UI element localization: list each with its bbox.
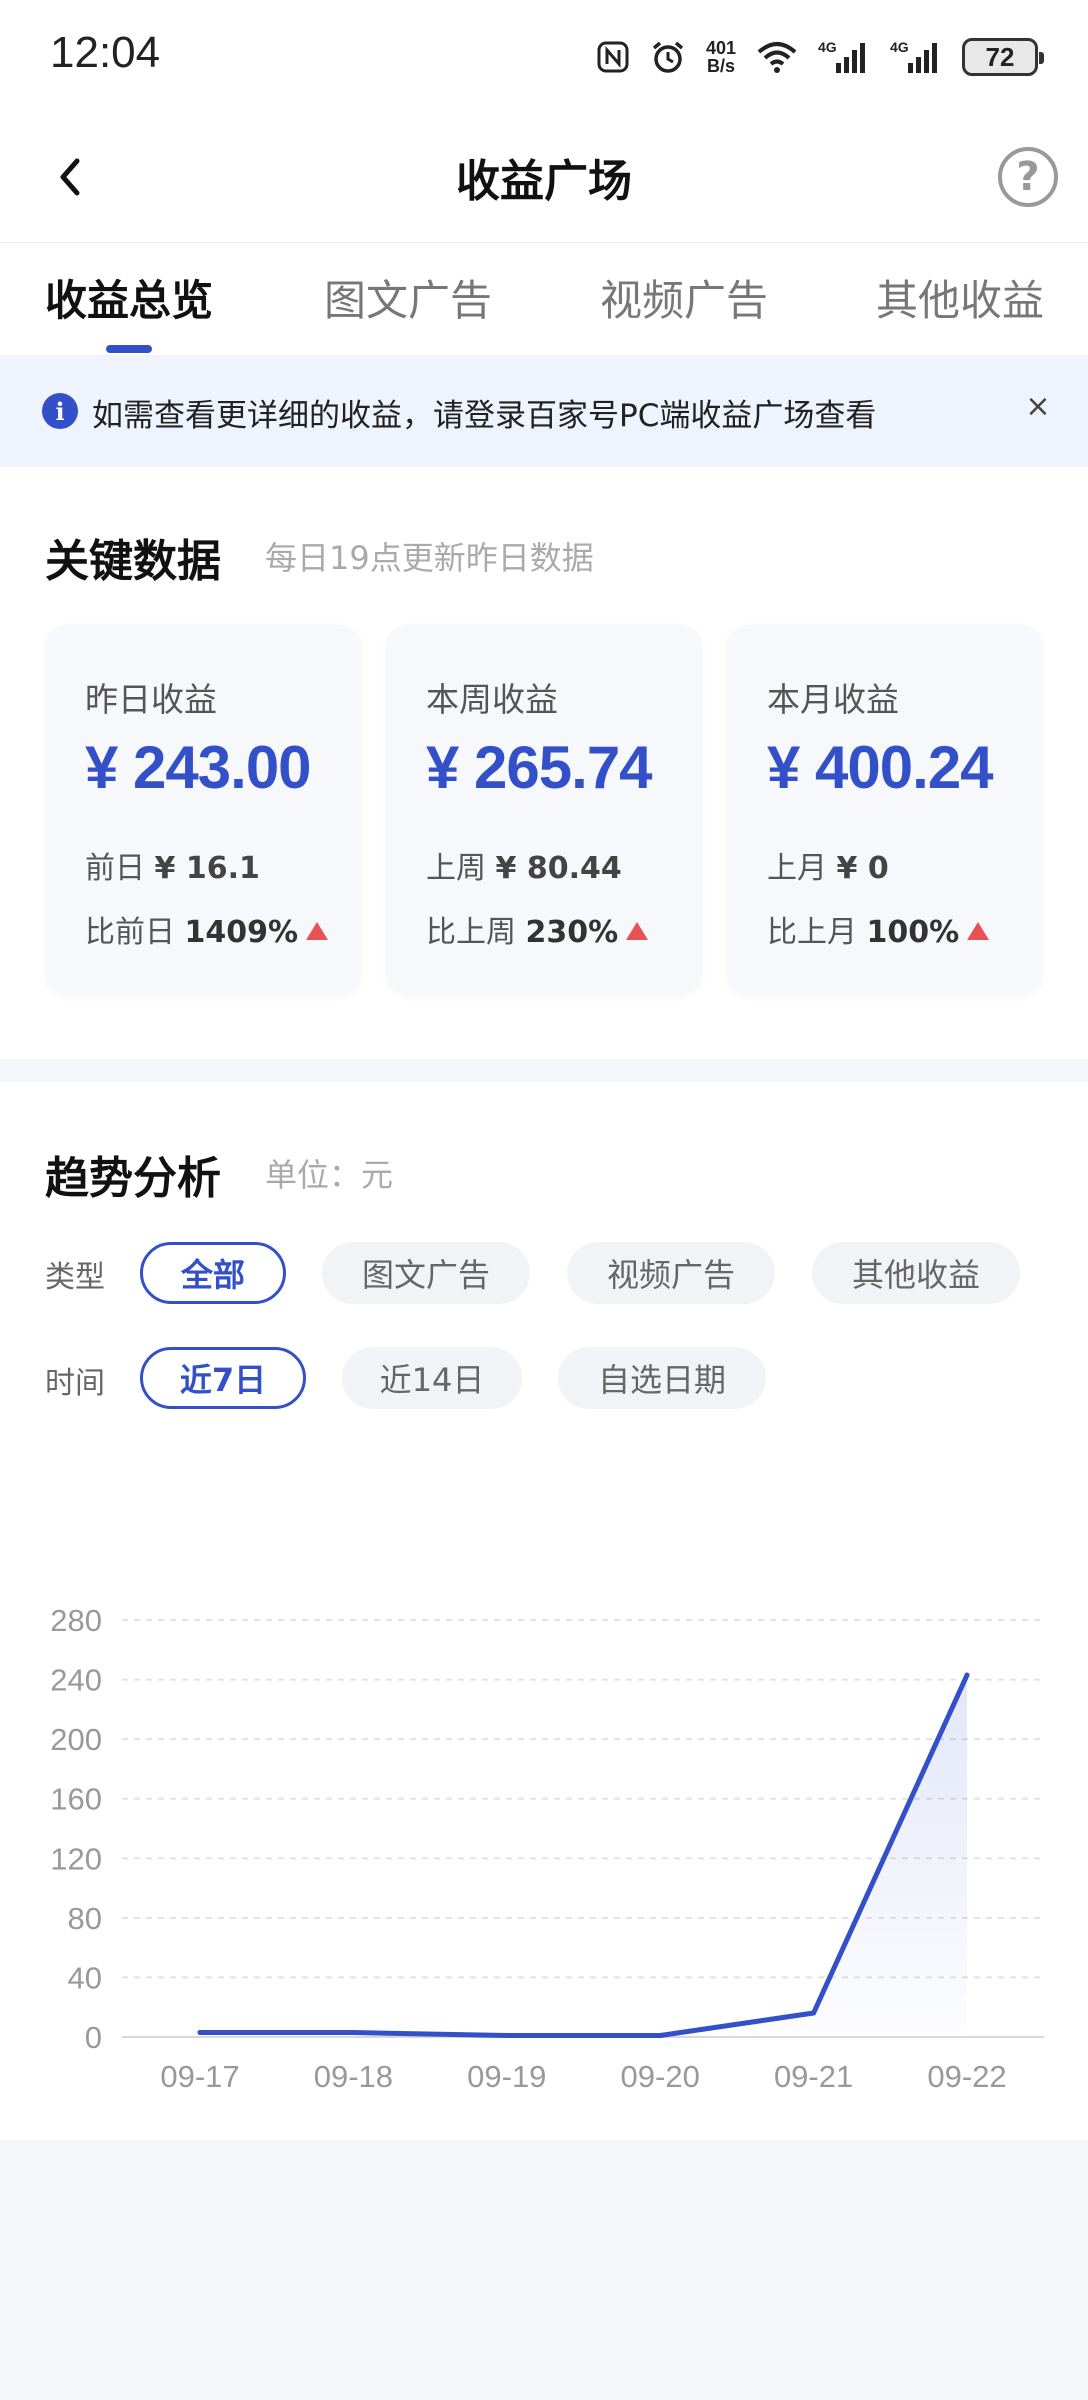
x-tick-label: 09-21 [774, 2059, 853, 2094]
signal-4g-icon-2: 4G [890, 39, 942, 75]
card-prev-value: ¥ 16.1 [154, 851, 260, 886]
info-icon: i [42, 393, 78, 429]
notice-text: 如需查看更详细的收益，请登录百家号PC端收益广场查看 [92, 398, 877, 434]
series-area [200, 1675, 967, 2037]
card-compare: 比前日 1409% [85, 907, 329, 951]
card-prev: 上月 ¥ 0 [767, 843, 889, 887]
card-compare-label: 比上周 [426, 915, 516, 950]
stat-card-week[interactable]: 本周收益 ¥ 265.74 上周 ¥ 80.44 比上周 230% [386, 625, 702, 995]
card-prev-label: 上周 [426, 851, 486, 886]
page-title: 收益广场 [456, 156, 632, 207]
card-value: ¥ 265.74 [426, 734, 653, 801]
tab-image-text-ads[interactable]: 图文广告 [324, 267, 492, 328]
y-tick-label: 40 [68, 1960, 102, 1995]
net-speed-unit: B/s [706, 56, 735, 76]
card-value: ¥ 243.00 [85, 734, 312, 801]
y-tick-label: 240 [50, 1663, 102, 1698]
y-tick-label: 160 [50, 1782, 102, 1817]
trend-up-icon [306, 922, 329, 940]
nfc-icon [596, 40, 630, 74]
card-prev-value: ¥ 0 [836, 851, 889, 886]
trend-up-icon [967, 922, 990, 940]
status-time: 12:04 [50, 28, 161, 77]
card-compare-label: 比前日 [85, 915, 175, 950]
svg-text:4G: 4G [890, 39, 909, 55]
help-icon: ? [1016, 154, 1040, 200]
card-compare-label: 比上月 [767, 915, 857, 950]
trend-title: 趋势分析 [45, 1153, 221, 1204]
type-chip-all[interactable]: 全部 [140, 1242, 286, 1304]
time-chip-14d[interactable]: 近14日 [342, 1347, 522, 1409]
card-prev-value: ¥ 80.44 [495, 851, 622, 886]
data-point[interactable] [964, 1672, 970, 1678]
time-filter-label: 时间 [45, 1366, 105, 1401]
tab-video-ads[interactable]: 视频广告 [600, 267, 768, 328]
trend-chart[interactable]: 0 40 80 120 160 200 240 280 09-17 09-18 09-19 09-2… [0, 1502, 1088, 2122]
card-prev-label: 前日 [85, 851, 145, 886]
card-label: 本月收益 [767, 680, 899, 719]
card-compare-value: 230% [525, 915, 619, 950]
card-compare: 比上月 100% [767, 907, 990, 951]
card-compare-value: 100% [866, 915, 960, 950]
net-speed: 401 B/s [706, 39, 736, 75]
type-chip-image-text[interactable]: 图文广告 [322, 1242, 530, 1304]
nav-bar: 收益广场 ? [0, 115, 1088, 243]
x-tick-label: 09-20 [621, 2059, 700, 2094]
card-prev: 上周 ¥ 80.44 [426, 843, 622, 887]
status-icons: 401 B/s 4G 4G 72 [596, 32, 1044, 82]
key-data-section: 关键数据 每日19点更新昨日数据 昨日收益 ¥ 243.00 前日 ¥ 16.1… [0, 467, 1088, 1059]
y-tick-label: 280 [50, 1603, 102, 1638]
x-tick-label: 09-18 [314, 2059, 393, 2094]
battery-icon: 72 [962, 38, 1044, 76]
alarm-icon [650, 39, 686, 75]
trend-section: 趋势分析 单位：元 类型 全部 图文广告 视频广告 其他收益 时间 近7日 近1… [0, 1082, 1088, 2140]
tab-overview[interactable]: 收益总览 [45, 267, 213, 328]
y-tick-label: 0 [85, 2020, 102, 2055]
trend-unit: 单位：元 [265, 1156, 394, 1194]
card-prev-label: 上月 [767, 851, 827, 886]
key-data-title: 关键数据 [45, 536, 221, 587]
x-tick-label: 09-22 [927, 2059, 1006, 2094]
svg-text:4G: 4G [818, 39, 837, 55]
card-value: ¥ 400.24 [767, 734, 994, 801]
time-chip-custom[interactable]: 自选日期 [558, 1347, 766, 1409]
y-tick-label: 200 [50, 1722, 102, 1757]
card-prev: 前日 ¥ 16.1 [85, 843, 260, 887]
stat-card-yesterday[interactable]: 昨日收益 ¥ 243.00 前日 ¥ 16.1 比前日 1409% [45, 625, 361, 995]
tab-indicator [106, 345, 152, 353]
y-tick-label: 80 [68, 1901, 102, 1936]
y-tick-label: 120 [50, 1841, 102, 1876]
type-chip-other[interactable]: 其他收益 [812, 1242, 1020, 1304]
data-point[interactable] [197, 2030, 203, 2036]
notice-banner: i 如需查看更详细的收益，请登录百家号PC端收益广场查看 × [0, 355, 1088, 467]
time-chip-7d[interactable]: 近7日 [140, 1347, 306, 1409]
wifi-icon [756, 40, 798, 74]
data-point[interactable] [657, 2033, 663, 2039]
trend-up-icon [626, 922, 649, 940]
data-point[interactable] [350, 2030, 356, 2036]
x-tick-label: 09-17 [160, 2059, 239, 2094]
close-icon[interactable]: × [1018, 389, 1058, 429]
type-filter-label: 类型 [45, 1260, 105, 1295]
data-point[interactable] [811, 2010, 817, 2016]
key-data-subtitle: 每日19点更新昨日数据 [265, 539, 594, 577]
help-button[interactable]: ? [998, 147, 1058, 207]
signal-4g-icon: 4G [818, 39, 870, 75]
status-bar: 12:04 401 B/s 4G 4G 72 [0, 0, 1088, 115]
card-compare: 比上周 230% [426, 907, 649, 951]
data-point[interactable] [504, 2033, 510, 2039]
stat-card-month[interactable]: 本月收益 ¥ 400.24 上月 ¥ 0 比上月 100% [727, 625, 1043, 995]
x-tick-label: 09-19 [467, 2059, 546, 2094]
card-label: 昨日收益 [85, 680, 217, 719]
net-speed-value: 401 [705, 38, 736, 58]
card-compare-value: 1409% [184, 915, 299, 950]
tab-bar: 收益总览 图文广告 视频广告 其他收益 [0, 243, 1088, 355]
card-label: 本周收益 [426, 680, 558, 719]
tab-other-income[interactable]: 其他收益 [876, 267, 1044, 328]
type-chip-video[interactable]: 视频广告 [567, 1242, 775, 1304]
